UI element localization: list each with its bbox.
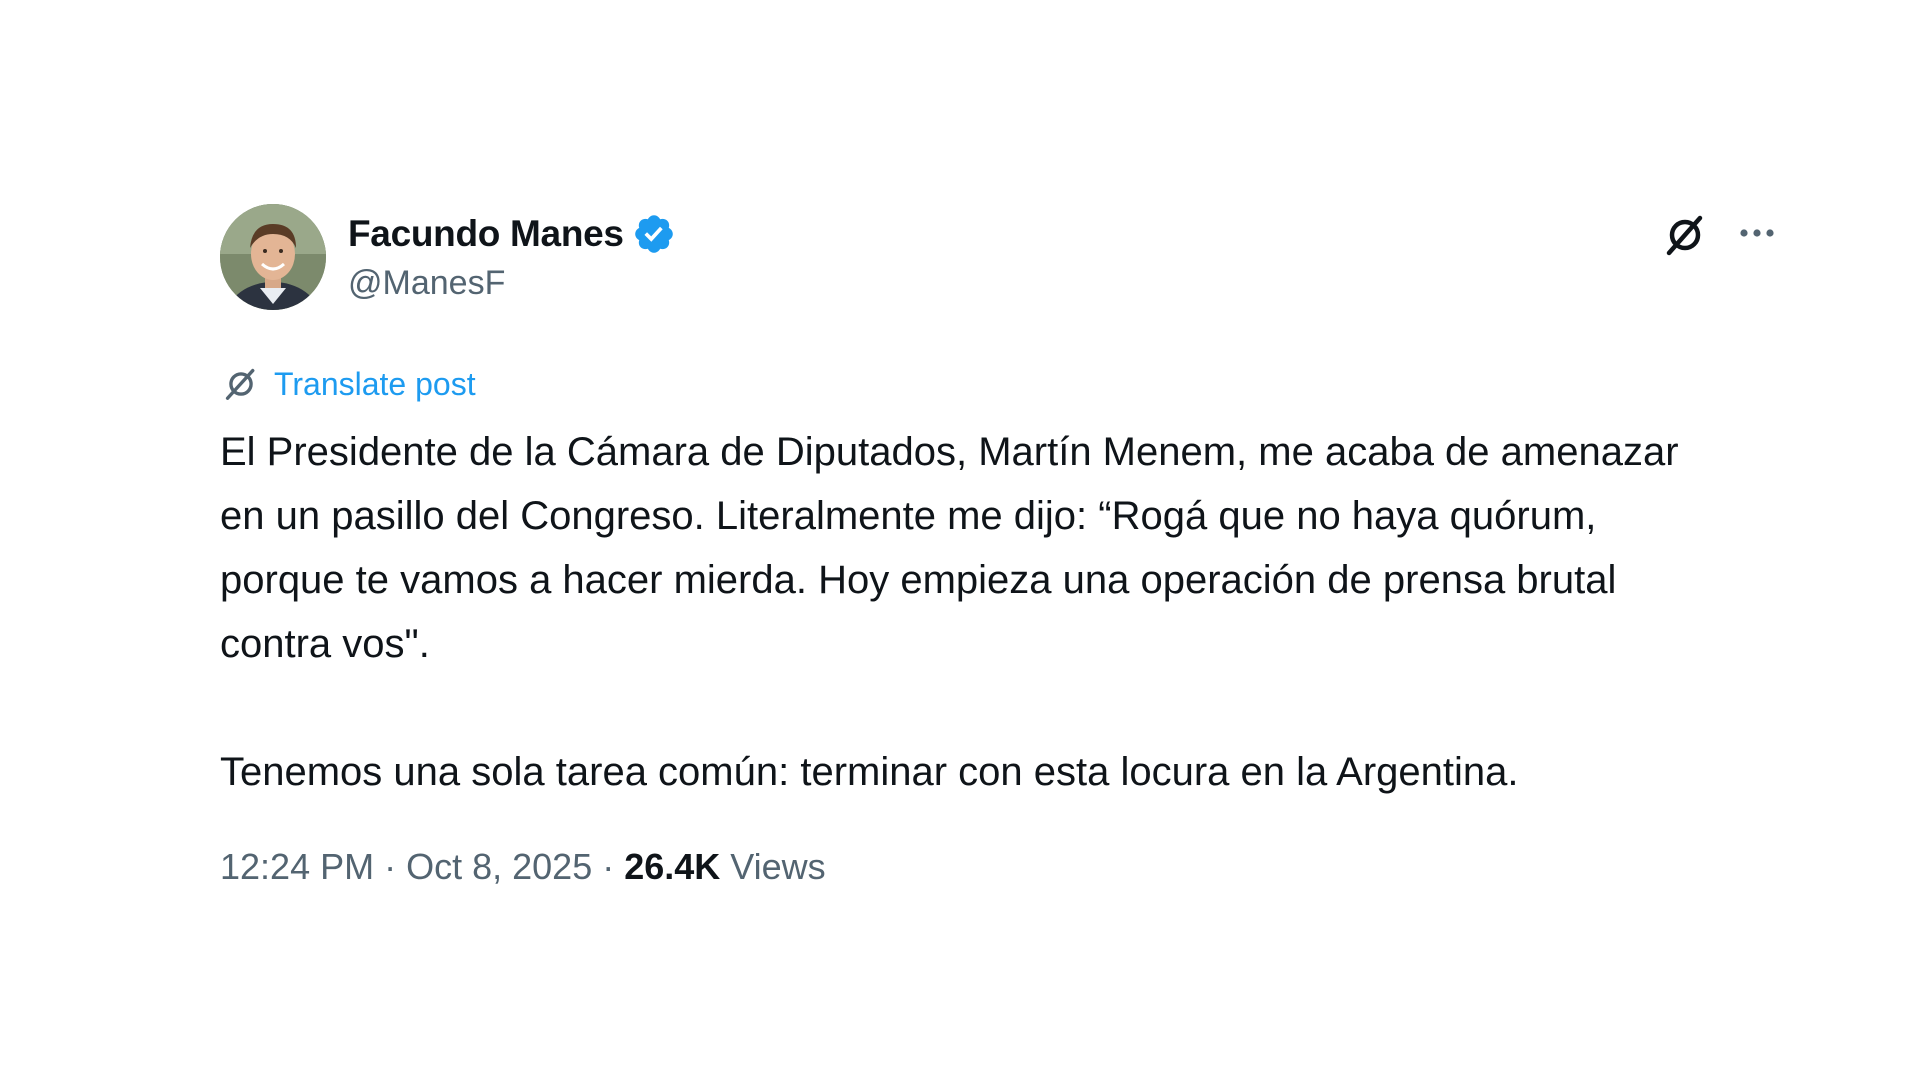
- meta-separator: ·: [384, 846, 397, 887]
- grok-icon[interactable]: [1660, 210, 1710, 260]
- views-label[interactable]: Views: [730, 846, 825, 888]
- page: Facundo Manes @ManesF Translate post El …: [0, 0, 1920, 1080]
- translate-post-button[interactable]: Translate post: [220, 362, 1720, 406]
- post-card: Facundo Manes @ManesF Translate post El …: [220, 204, 1774, 888]
- avatar[interactable]: [220, 204, 326, 310]
- verified-badge-icon[interactable]: [632, 212, 676, 256]
- post-meta: 12:24 PM · Oct 8, 2025 · 26.4K Views: [220, 846, 1720, 888]
- author-info: Facundo Manes @ManesF: [348, 210, 676, 303]
- author-handle[interactable]: @ManesF: [348, 264, 676, 303]
- post-date[interactable]: Oct 8, 2025: [406, 846, 592, 888]
- more-options-icon[interactable]: [1734, 210, 1780, 256]
- profile-photo-icon: [220, 204, 326, 310]
- author-display-name[interactable]: Facundo Manes: [348, 213, 624, 255]
- post-text: El Presidente de la Cámara de Diputados,…: [220, 430, 1679, 794]
- views-count[interactable]: 26.4K: [624, 846, 720, 888]
- translate-post-label: Translate post: [274, 365, 476, 402]
- post-time[interactable]: 12:24 PM: [220, 846, 374, 888]
- translate-icon: [220, 363, 262, 405]
- name-row: Facundo Manes: [348, 210, 676, 258]
- meta-separator: ·: [602, 846, 615, 887]
- post-header: Facundo Manes @ManesF: [220, 204, 1774, 314]
